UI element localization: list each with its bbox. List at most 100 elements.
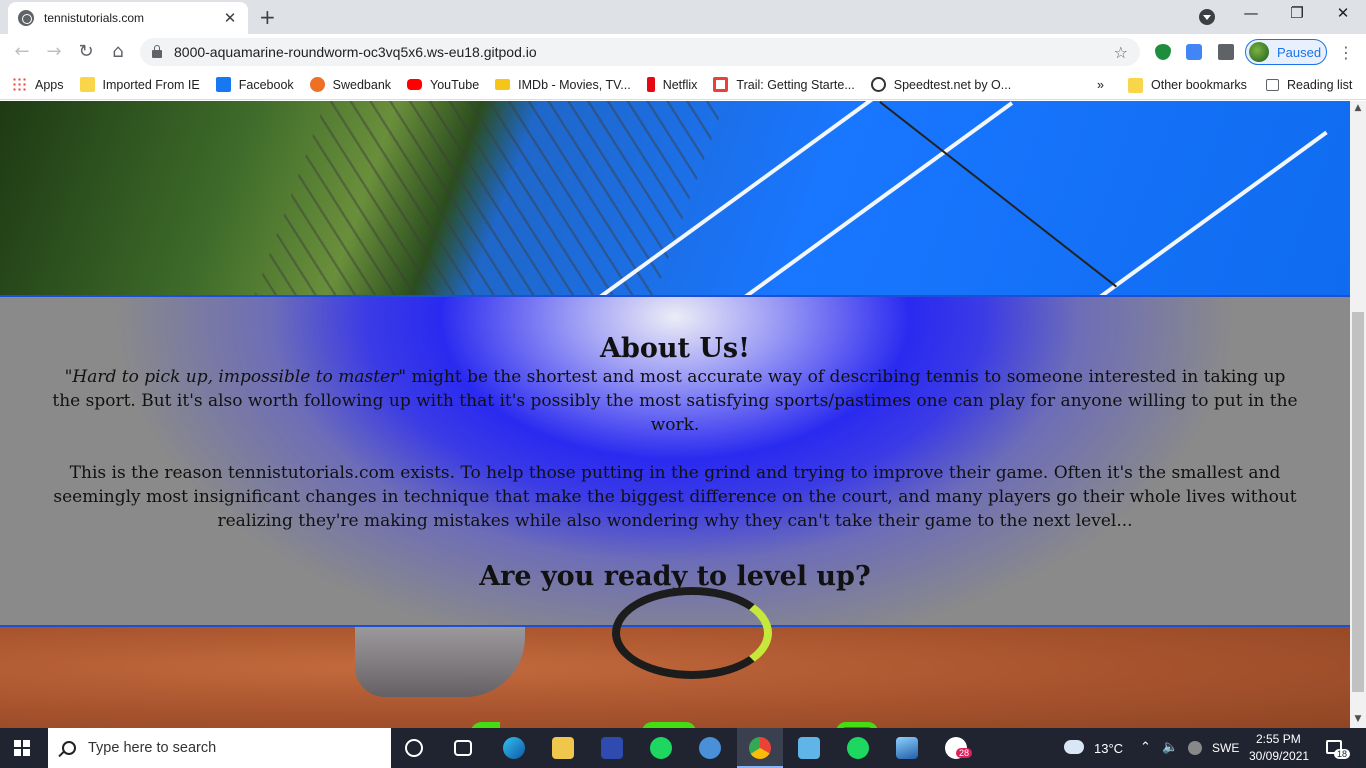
bookmark-swedbank[interactable]: Swedbank	[309, 77, 392, 92]
bookmarks-overflow-button[interactable]: »	[1097, 70, 1104, 100]
bookmark-imported-from-ie[interactable]: Imported From IE	[79, 77, 200, 92]
weather-temperature[interactable]: 13°C	[1094, 741, 1123, 756]
speaker-icon[interactable]: 🔈	[1162, 739, 1178, 755]
new-tab-button[interactable]: +	[259, 5, 276, 29]
input-language[interactable]: SWE	[1212, 741, 1239, 755]
facebook-icon	[215, 77, 231, 92]
browser-menu-icon[interactable]: ⋮	[1338, 43, 1354, 62]
bookmark-label: IMDb - Movies, TV...	[518, 77, 631, 92]
translate-extension-icon[interactable]	[1186, 44, 1202, 60]
avatar	[1249, 42, 1269, 62]
chevron-up-icon[interactable]: ⌃	[1140, 739, 1151, 755]
bookmark-label: Speedtest.net by O...	[893, 77, 1012, 92]
close-window-button[interactable]: ✕	[1328, 4, 1358, 22]
folder-icon	[79, 77, 95, 92]
browser-tab[interactable]: tennistutorials.com ✕	[8, 2, 248, 34]
reload-button[interactable]: ↻	[74, 41, 98, 62]
court-net	[879, 101, 1118, 288]
task-view-icon[interactable]	[454, 740, 472, 756]
about-section: About Us! "Hard to pick up, impossible t…	[0, 295, 1350, 627]
search-icon	[62, 741, 76, 755]
network-error-icon[interactable]	[1188, 741, 1202, 755]
bookmark-label: Netflix	[662, 77, 698, 92]
about-paragraph-1: "Hard to pick up, impossible to master" …	[50, 365, 1300, 437]
cortana-icon[interactable]	[405, 739, 423, 757]
bookmark-facebook[interactable]: Facebook	[215, 77, 294, 92]
reading-list-icon	[1266, 79, 1279, 91]
hero-tennis-court-image	[0, 101, 1350, 299]
browser-toolbar: ← → ↻ ⌂ 8000-aquamarine-roundworm-oc3vq5…	[0, 34, 1366, 70]
court-line	[1098, 130, 1328, 299]
clay-court-image	[0, 587, 1350, 728]
tab-search-icon[interactable]	[1199, 9, 1215, 25]
bookmark-label: Apps	[35, 77, 64, 92]
about-title: About Us!	[600, 333, 750, 364]
profile-status: Paused	[1277, 44, 1322, 60]
tennis-shoe	[355, 627, 525, 697]
clock-time[interactable]: 2:55 PM	[1256, 732, 1301, 746]
file-explorer-icon[interactable]	[552, 737, 574, 759]
spotify-icon[interactable]	[650, 737, 672, 759]
swedbank-icon	[309, 77, 325, 92]
apps-grid-icon	[12, 77, 27, 92]
about-quote: "Hard to pick up, impossible to master"	[64, 367, 407, 387]
home-button[interactable]: ⌂	[106, 41, 130, 62]
other-bookmarks[interactable]: Other bookmarks	[1128, 70, 1247, 100]
url-text: 8000-aquamarine-roundworm-oc3vq5x6.ws-eu…	[174, 44, 537, 60]
court-line	[743, 101, 1014, 299]
slack-badge: 28	[956, 748, 973, 758]
bookmark-youtube[interactable]: YouTube	[407, 78, 479, 92]
bookmark-star-icon[interactable]: ☆	[1114, 43, 1128, 62]
shield-extension-icon[interactable]	[1155, 44, 1171, 60]
scrollbar-thumb[interactable]	[1352, 312, 1364, 692]
taskbar-search[interactable]: Type here to search	[48, 728, 391, 768]
folder-icon	[1128, 77, 1143, 93]
bookmark-apps[interactable]: Apps	[12, 77, 64, 92]
windows-start-icon[interactable]	[14, 740, 30, 756]
settings-gear-icon[interactable]	[699, 737, 721, 759]
bookmark-trail[interactable]: Trail: Getting Starte...	[713, 77, 855, 92]
forward-button[interactable]: →	[42, 41, 66, 62]
weather-cloud-icon[interactable]	[1064, 740, 1084, 754]
tab-close-icon[interactable]: ✕	[222, 9, 238, 27]
address-bar[interactable]: 8000-aquamarine-roundworm-oc3vq5x6.ws-eu…	[140, 38, 1140, 66]
chrome-icon[interactable]	[749, 737, 771, 759]
windows-taskbar: Type here to search 28 13°C ⌃ 🔈 SWE 2:55…	[0, 728, 1366, 768]
scroll-up-icon[interactable]: ▲	[1350, 103, 1366, 113]
reading-list[interactable]: Reading list	[1266, 70, 1352, 100]
extensions-puzzle-icon[interactable]	[1218, 44, 1234, 60]
bookmark-speedtest[interactable]: Speedtest.net by O...	[870, 77, 1012, 92]
remote-desktop-icon[interactable]	[798, 737, 820, 759]
tab-strip: tennistutorials.com ✕ + — ❐ ✕	[0, 0, 1366, 34]
globe-icon	[18, 10, 34, 26]
about-paragraph-2: This is the reason tennistutorials.com e…	[53, 463, 1297, 531]
taskbar-search-placeholder: Type here to search	[88, 740, 217, 756]
page-viewport: About Us! "Hard to pick up, impossible t…	[0, 101, 1350, 728]
other-bookmarks-label: Other bookmarks	[1151, 78, 1247, 92]
bookmark-label: Imported From IE	[102, 77, 200, 92]
profile-button[interactable]: Paused	[1245, 39, 1327, 65]
bookmark-imdb[interactable]: IMDb - Movies, TV...	[495, 78, 631, 92]
minimize-button[interactable]: —	[1236, 4, 1266, 22]
tennis-racket	[612, 587, 772, 679]
bookmark-label: Trail: Getting Starte...	[736, 77, 855, 92]
speedometer-icon	[870, 77, 886, 92]
help-icon[interactable]	[601, 737, 623, 759]
spotify-icon[interactable]	[847, 737, 869, 759]
netflix-icon	[646, 77, 655, 92]
restore-button[interactable]: ❐	[1282, 4, 1312, 22]
bookmark-netflix[interactable]: Netflix	[646, 77, 698, 92]
tab-title: tennistutorials.com	[44, 11, 145, 25]
bookmark-label: Swedbank	[332, 77, 392, 92]
imdb-icon	[495, 79, 511, 90]
edge-icon[interactable]	[503, 737, 525, 759]
trail-icon	[713, 77, 729, 92]
photos-icon[interactable]	[896, 737, 918, 759]
scroll-down-icon[interactable]: ▼	[1350, 714, 1366, 724]
back-button[interactable]: ←	[10, 41, 34, 62]
bookmarks-bar: Apps Imported From IE Facebook Swedbank …	[0, 70, 1366, 100]
bookmark-label: Facebook	[238, 77, 294, 92]
clock-date[interactable]: 30/09/2021	[1249, 749, 1309, 763]
reading-list-label: Reading list	[1287, 78, 1353, 92]
bookmark-label: YouTube	[430, 77, 480, 92]
